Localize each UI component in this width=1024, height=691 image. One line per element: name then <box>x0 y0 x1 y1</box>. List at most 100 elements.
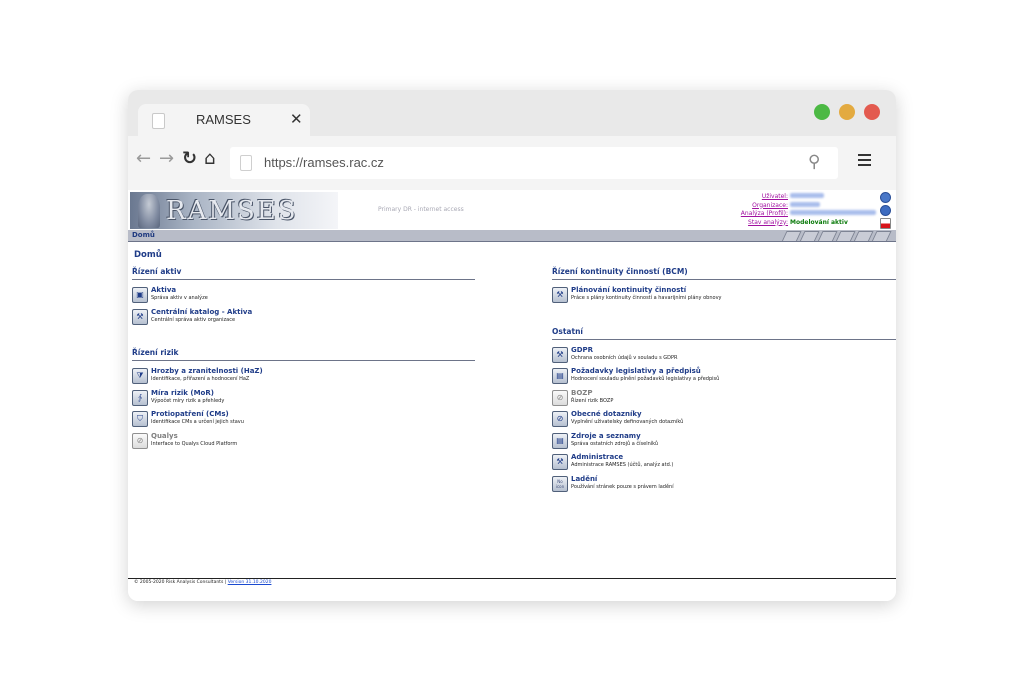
reload-icon[interactable]: ↻ <box>182 150 197 168</box>
list-icon[interactable]: ▤ <box>552 432 568 449</box>
tools-icon[interactable]: ⚒ <box>552 287 568 303</box>
analysis-state-value: Modelování aktiv <box>790 218 848 226</box>
forward-arrow-icon[interactable]: → <box>159 150 174 168</box>
menu-item-title: BOZP <box>571 388 593 397</box>
address-bar[interactable]: https://ramses.rac.cz ⚲ <box>230 147 838 179</box>
user-info-values: Modelování aktiv <box>790 193 876 227</box>
footer-divider <box>128 578 896 579</box>
document-icon[interactable]: ▤ <box>552 368 568 384</box>
back-arrow-icon[interactable]: ← <box>136 150 151 168</box>
browser-window: RAMSES ✕ ← → ↻ ⌂ https://ramses.rac.cz ⚲… <box>128 90 896 601</box>
window-maximize-button[interactable] <box>839 104 855 120</box>
section-heading-rizeni-rizik: Řízení rizik <box>132 348 179 357</box>
menu-item-obecne-dotazniky[interactable]: ⊘ Obecné dotazníky Vyplnění uživatelsky de… <box>552 410 882 430</box>
menu-item-gdpr[interactable]: ⚒ GDPR Ochrana osobních údajů v souladu s … <box>552 346 882 366</box>
settings-icon[interactable] <box>880 192 891 203</box>
menu-item-title: Qualys <box>151 431 178 440</box>
close-tab-icon[interactable]: ✕ <box>290 110 303 128</box>
user-label[interactable]: Uživatel: <box>762 193 788 200</box>
help-icon[interactable] <box>880 205 891 216</box>
menu-item-description: Vyplnění uživatelsky definovaných dotazn… <box>571 419 684 425</box>
analysis-label[interactable]: Analýza (Profil): <box>741 210 788 217</box>
page-icon <box>152 113 165 129</box>
section-divider <box>552 279 896 280</box>
menu-item-administrace[interactable]: ⚒ Administrace Administrace RAMSES (účtů, … <box>552 453 882 473</box>
menu-item-title[interactable]: GDPR <box>571 346 593 354</box>
search-icon[interactable]: ⚲ <box>808 152 820 172</box>
window-close-button[interactable] <box>864 104 880 120</box>
menu-item-bozp[interactable]: ⊘ BOZP Řízení rizik BOZP <box>552 389 882 409</box>
window-minimize-button[interactable] <box>814 104 830 120</box>
menu-item-zdroje-a-seznamy[interactable]: ▤ Zdroje a seznamy Správa ostatních zdrojů… <box>552 432 882 452</box>
menu-item-mira-rizik-mor[interactable]: ∱ Míra rizik (MoR) Výpočet míry rizik a př… <box>132 389 462 409</box>
analysis-state-label[interactable]: Stav analýzy: <box>748 219 788 226</box>
menu-item-title[interactable]: Požadavky legislativy a předpisů <box>571 367 701 375</box>
menu-item-description: Správa ostatních zdrojů a číselníků <box>571 440 659 447</box>
tools-icon[interactable]: ⚒ <box>552 454 568 470</box>
menu-item-description: Identifikace CMs a určení jejich stavu <box>151 419 244 425</box>
browser-toolbar: ← → ↻ ⌂ https://ramses.rac.cz ⚲ <box>128 136 896 190</box>
menu-item-aktiva[interactable]: ▣ Aktiva Správa aktiv v analýze <box>132 286 462 306</box>
czech-flag-icon[interactable] <box>880 218 891 229</box>
menu-item-title[interactable]: Ladění <box>571 475 597 483</box>
menu-item-title[interactable]: Obecné dotazníky <box>571 410 642 418</box>
menu-item-title[interactable]: Protiopatření (CMs) <box>151 410 229 418</box>
menu-item-qualys[interactable]: ⊘ Qualys Interface to Qualys Cloud Platfor… <box>132 432 462 452</box>
browser-tab[interactable]: RAMSES ✕ <box>138 104 310 136</box>
page-title: Domů <box>134 250 162 260</box>
user-info-labels: Uživatel: Organizace: Analýza (Profil): … <box>741 193 788 227</box>
organization-value-redacted <box>790 201 820 207</box>
menu-item-title[interactable]: Míra rizik (MoR) <box>151 389 214 397</box>
disabled-icon[interactable]: ⊘ <box>132 432 148 449</box>
section-heading-rizeni-aktiv: Řízení aktiv <box>132 267 182 276</box>
menu-item-description: Používání stránek pouze s právem ladění <box>571 483 674 490</box>
menu-item-ladeni[interactable]: No icon Ladění Používání stránek pouze s p… <box>552 475 882 495</box>
menu-item-description: Hodnocení souladu plnění požadavků legis… <box>571 376 720 382</box>
app-header: RAMSES Primary DR - internet access Uživ… <box>128 190 896 230</box>
disabled-icon[interactable]: ⊘ <box>552 389 568 406</box>
footer: © 2005-2020 Risk Analysis Consultants | … <box>134 580 271 585</box>
menu-item-planovani-kontinuity-cinnosti[interactable]: ⚒ Plánování kontinuity činností Práce s pl… <box>552 286 882 306</box>
shield-icon[interactable]: ⛉ <box>132 411 148 427</box>
tools-icon[interactable]: ⚒ <box>552 346 568 363</box>
menu-item-description: Administrace RAMSES (účtů, analýz atd.) <box>571 462 674 468</box>
home-icon[interactable]: ⌂ <box>204 150 215 168</box>
page-content: RAMSES Primary DR - internet access Uživ… <box>128 190 896 601</box>
menu-item-description: Centrální správa aktiv organizace <box>151 316 236 323</box>
section-heading-rizeni-kontinuity-cinnosti-bcm: Řízení kontinuity činností (BCM) <box>552 267 688 276</box>
menu-item-description: Řízení rizik BOZP <box>571 397 614 404</box>
version-link[interactable]: Version 31.10.2020 <box>228 580 272 585</box>
menu-item-centralni-katalog-aktiva[interactable]: ⚒ Centrální katalog - Aktiva Centrální spr… <box>132 308 462 328</box>
menu-item-title[interactable]: Administrace <box>571 453 623 461</box>
disabled-icon[interactable]: ⊘ <box>552 411 568 427</box>
menu-item-hrozby-a-zranitelnosti-haz[interactable]: ⧩ Hrozby a zranitelnosti (HaZ) Identifikac… <box>132 367 462 387</box>
tab-title: RAMSES <box>196 112 251 127</box>
pharaoh-statue-image <box>138 194 160 228</box>
menu-item-description: Práce s plány kontinuity činností a hava… <box>571 295 722 301</box>
menu-item-protiopatreni-cms[interactable]: ⛉ Protiopatření (CMs) Identifikace CMs a u… <box>132 410 462 430</box>
menu-item-title[interactable]: Centrální katalog - Aktiva <box>151 308 252 316</box>
access-note: Primary DR - internet access <box>378 206 464 213</box>
ramses-logo[interactable]: RAMSES <box>130 192 338 229</box>
hamburger-menu-icon[interactable] <box>858 154 871 169</box>
user-value-redacted <box>790 193 824 198</box>
funnel-icon[interactable]: ⧩ <box>132 368 148 384</box>
menu-item-description: Identifikace, přiřazení a hodnocení HaZ <box>151 376 250 382</box>
copyright-text: © 2005-2020 Risk Analysis Consultants | <box>134 580 227 585</box>
organization-label[interactable]: Organizace: <box>752 202 788 209</box>
menu-item-title[interactable]: Hrozby a zranitelnosti (HaZ) <box>151 367 263 375</box>
menu-item-title[interactable]: Aktiva <box>151 286 176 294</box>
box-icon[interactable]: ▣ <box>132 287 148 303</box>
divider <box>128 241 896 242</box>
measure-icon[interactable]: ∱ <box>132 389 148 406</box>
breadcrumb-home[interactable]: Domů <box>132 231 155 239</box>
menu-item-title[interactable]: Zdroje a seznamy <box>571 432 641 440</box>
section-heading-ostatni: Ostatní <box>552 326 583 336</box>
section-divider <box>132 360 475 361</box>
url-text[interactable]: https://ramses.rac.cz <box>264 155 384 170</box>
menu-item-pozadavky-legislativy-a-predpisu[interactable]: ▤ Požadavky legislativy a předpisů Hodnoce… <box>552 367 882 387</box>
noicon-icon[interactable]: No icon <box>552 475 568 492</box>
tools-icon[interactable]: ⚒ <box>132 308 148 325</box>
menu-item-title[interactable]: Plánování kontinuity činností <box>571 286 686 294</box>
menu-item-description: Výpočet míry rizik a přehledy <box>151 397 225 404</box>
